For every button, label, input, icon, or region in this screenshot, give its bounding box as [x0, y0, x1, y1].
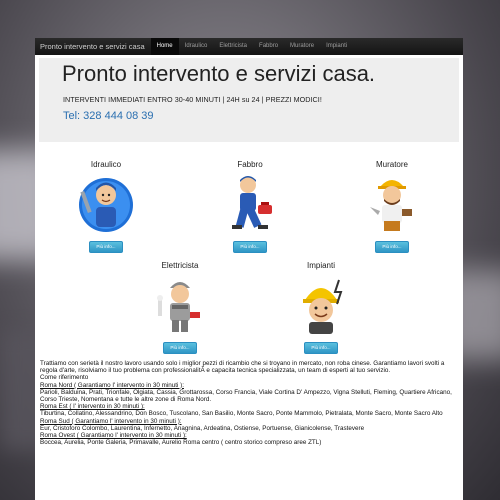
service-impianti: Impianti Più info... — [271, 261, 371, 354]
zone-areas: Boccea, Aurelia, Ponte Galeria, Primaval… — [40, 439, 322, 447]
more-info-button[interactable]: Più info... — [163, 342, 197, 354]
nav-elettricista[interactable]: Elettricista — [213, 38, 253, 55]
zone-areas: Tiburtina, Collatino, Alessandrino, Don … — [40, 410, 443, 418]
nav-fabbro[interactable]: Fabbro — [253, 38, 284, 55]
content-text: Trattiamo con serietà il nostro lavoro u… — [40, 360, 460, 446]
service-muratore: Muratore Più info... — [342, 160, 442, 253]
zone-heading[interactable]: Roma Sud ( Garantiamo l' intervento in 3… — [40, 418, 460, 425]
more-info-button[interactable]: Più info... — [375, 241, 409, 253]
zone-heading[interactable]: Roma Nord ( Garantiamo l' intervento in … — [40, 382, 460, 389]
service-elettricista: Elettricista Più info... — [130, 261, 230, 354]
nav-home[interactable]: Home — [150, 38, 179, 55]
service-title: Fabbro — [237, 160, 263, 169]
more-info-button[interactable]: Più info... — [304, 342, 338, 354]
zone-areas: Parioli, Balduina, Prati, Trionfale, Olg… — [40, 388, 452, 404]
nav-idraulico[interactable]: Idraulico — [179, 38, 214, 55]
service-title: Muratore — [375, 160, 408, 169]
service-title: Elettricista — [161, 261, 199, 270]
nav-impianti[interactable]: Impianti — [320, 38, 353, 55]
more-info-button[interactable]: Più info... — [89, 241, 123, 253]
service-idraulico: Idraulico Più info... — [56, 160, 156, 253]
plumber-icon — [79, 178, 133, 232]
locksmith-icon — [232, 176, 272, 229]
zone-areas: Eur, Cristoforo Colombo, Laurentina, Inf… — [40, 424, 365, 432]
navbar: Pronto intervento e servizi casa Home Id… — [35, 38, 463, 55]
jumbotron: Pronto intervento e servizi casa. INTERV… — [39, 58, 459, 142]
service-fabbro: Fabbro Più info... — [200, 160, 300, 253]
mason-icon — [370, 180, 412, 231]
intro-paragraph: Trattiamo con serietà il nostro lavoro u… — [40, 360, 445, 375]
nav-muratore[interactable]: Muratore — [284, 38, 320, 55]
electrician-icon — [157, 282, 200, 332]
more-info-button[interactable]: Più info... — [233, 241, 267, 253]
service-title: Idraulico — [90, 160, 122, 169]
reference-label: Come riferimento — [40, 374, 89, 382]
service-title: Impianti — [306, 261, 335, 270]
zone-heading[interactable]: Roma Est ( l' intervento in 30 minuti ): — [40, 403, 460, 410]
page-title: Pronto intervento e servizi casa. — [62, 61, 376, 86]
phone-number[interactable]: Tel: 328 444 08 39 — [63, 110, 154, 122]
website-page: Pronto intervento e servizi casa Home Id… — [35, 38, 463, 500]
zone-heading[interactable]: Roma Ovest ( Garantiamo l' intervento in… — [40, 432, 460, 439]
page-subtitle: INTERVENTI IMMEDIATI ENTRO 30-40 MINUTI … — [63, 95, 322, 104]
installer-icon — [303, 279, 343, 334]
navbar-brand[interactable]: Pronto intervento e servizi casa — [35, 42, 151, 51]
